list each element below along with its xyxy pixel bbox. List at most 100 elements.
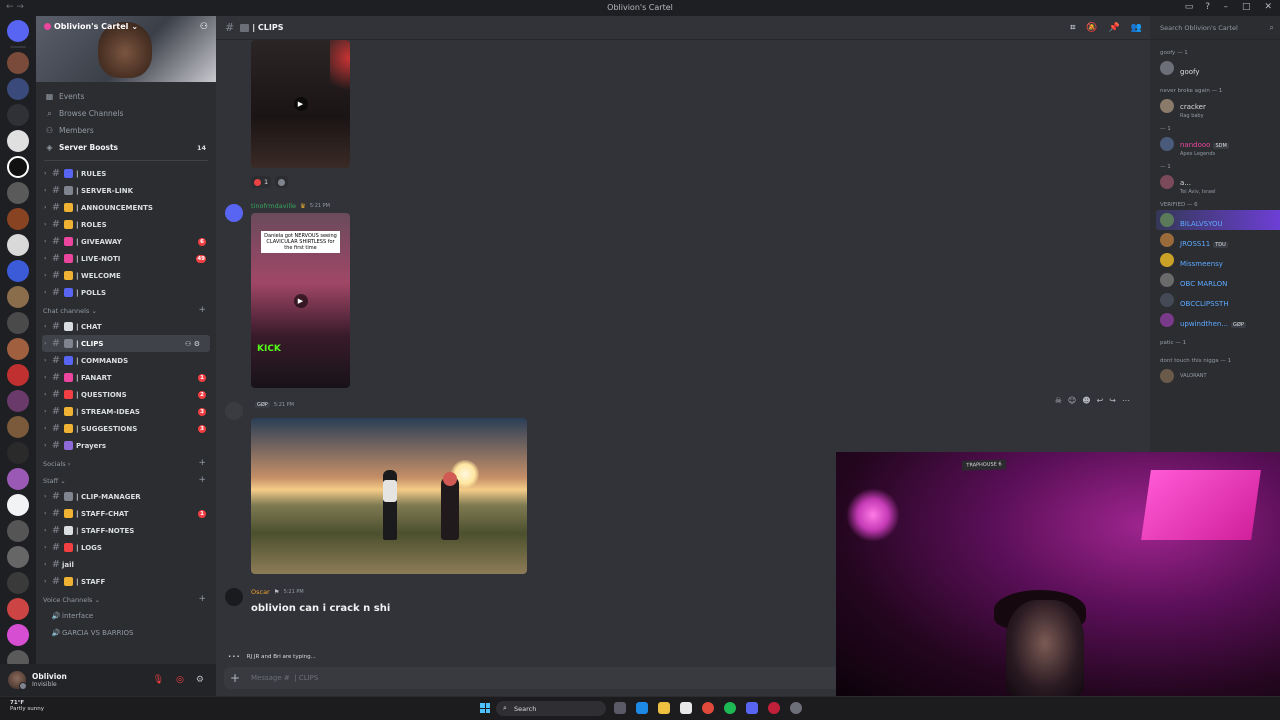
server-icon[interactable] xyxy=(7,130,29,152)
server-icon[interactable] xyxy=(7,286,29,308)
settings-gear-icon[interactable]: ⚙ xyxy=(196,675,204,685)
server-icon[interactable] xyxy=(7,182,29,204)
threads-icon[interactable]: ⌗ xyxy=(1070,23,1075,33)
top-item-members[interactable]: ⚇ Members xyxy=(36,122,216,139)
pinned-icon[interactable]: 📌 xyxy=(1109,23,1120,33)
server-icon[interactable] xyxy=(7,104,29,126)
member-item[interactable]: Missmeensy xyxy=(1150,250,1280,270)
server-name[interactable]: Oblivion's Cartel ⌄ xyxy=(44,22,138,31)
member-item[interactable]: a... Tel Aviv, Israel xyxy=(1150,172,1280,195)
server-icon[interactable] xyxy=(7,312,29,334)
channel-item[interactable]: › # | STREAM-IDEAS 3 xyxy=(36,403,216,420)
play-icon[interactable]: ▶ xyxy=(293,293,308,308)
top-item-browse-channels[interactable]: ⌕ Browse Channels xyxy=(36,105,216,122)
voice-channel[interactable]: 🔊 interface xyxy=(36,607,216,624)
maximize-button[interactable]: □ xyxy=(1242,2,1251,12)
invite-people-icon[interactable]: ⚇ xyxy=(200,22,208,32)
server-icon[interactable] xyxy=(7,338,29,360)
add-channel-icon[interactable]: + xyxy=(198,475,206,485)
server-icon[interactable] xyxy=(7,234,29,256)
taskbar-search[interactable]: ⌕ Search xyxy=(496,701,606,716)
opera-icon[interactable] xyxy=(768,702,780,714)
store-icon[interactable] xyxy=(680,702,692,714)
username[interactable]: Oblivion xyxy=(32,672,67,681)
channel-item[interactable]: › # | CHAT xyxy=(36,318,216,335)
task-view-icon[interactable] xyxy=(614,702,626,714)
file-explorer-icon[interactable] xyxy=(658,702,670,714)
channel-item[interactable]: › # | ANNOUNCEMENTS xyxy=(36,199,216,216)
channel-item[interactable]: › # | COMMANDS xyxy=(36,352,216,369)
channel-item[interactable]: › # | CLIPS ⚇ ⚙ xyxy=(42,335,210,352)
add-channel-icon[interactable]: + xyxy=(198,305,206,315)
help-icon[interactable]: ? xyxy=(1205,2,1210,12)
server-icon[interactable] xyxy=(7,468,29,490)
reaction-emoji-icon[interactable]: ☺ xyxy=(1068,396,1076,405)
server-banner[interactable]: Oblivion's Cartel ⌄ ⚇ xyxy=(36,16,216,82)
channel-item[interactable]: › # | POLLS xyxy=(36,284,216,301)
chrome-icon[interactable] xyxy=(702,702,714,714)
discord-icon[interactable] xyxy=(746,702,758,714)
server-icon[interactable] xyxy=(7,520,29,542)
member-item[interactable]: cracker Rag baby xyxy=(1150,96,1280,119)
server-icon[interactable] xyxy=(7,494,29,516)
channel-item[interactable]: › # | LIVE-NOTI 49 xyxy=(36,250,216,267)
notifications-icon[interactable]: 🔕 xyxy=(1086,23,1097,33)
search-input[interactable]: Search Oblivion's Cartel xyxy=(1160,24,1238,32)
message-author[interactable]: tinofrmdaville xyxy=(251,202,296,210)
add-reaction-button[interactable] xyxy=(275,176,289,188)
member-list-icon[interactable]: 👥 xyxy=(1131,23,1142,33)
server-icon[interactable] xyxy=(7,416,29,438)
server-icon[interactable] xyxy=(7,442,29,464)
add-channel-icon[interactable]: + xyxy=(198,594,206,604)
channel-item[interactable]: › # | WELCOME xyxy=(36,267,216,284)
channel-item[interactable]: › # | FANART 1 xyxy=(36,369,216,386)
member-item[interactable]: nandooo SDM Apex Legends xyxy=(1150,134,1280,157)
member-item[interactable]: BILALVSYOU xyxy=(1156,210,1280,230)
channel-item[interactable]: › # | STAFF xyxy=(36,573,216,590)
server-icon[interactable] xyxy=(7,546,29,568)
channel-item[interactable]: › # Prayers xyxy=(36,437,216,454)
reaction-button[interactable]: 1 xyxy=(251,176,272,188)
channel-item[interactable]: › # | CLIP-MANAGER xyxy=(36,488,216,505)
avatar[interactable] xyxy=(225,204,243,222)
channel-item[interactable]: › # | RULES xyxy=(36,165,216,182)
member-item[interactable]: OBCCLIPSSTH xyxy=(1150,290,1280,310)
server-boosts[interactable]: ◈ Server Boosts 14 xyxy=(36,139,216,156)
server-icon[interactable] xyxy=(7,364,29,386)
server-icon[interactable] xyxy=(7,572,29,594)
category-voice[interactable]: Voice Channels ⌄ + xyxy=(36,590,216,607)
server-icon[interactable] xyxy=(7,208,29,230)
channel-item[interactable]: › # | ROLES xyxy=(36,216,216,233)
server-icon[interactable] xyxy=(7,390,29,412)
top-item-events[interactable]: ▦ Events xyxy=(36,88,216,105)
server-icon[interactable] xyxy=(7,52,29,74)
photo-attachment[interactable] xyxy=(251,418,527,574)
more-options-icon[interactable]: ⋯ xyxy=(1122,396,1130,405)
mute-mic-button[interactable]: 🎙 xyxy=(153,675,164,685)
add-reaction-icon[interactable]: ☻ xyxy=(1082,396,1090,405)
avatar[interactable] xyxy=(225,402,243,420)
voice-channel[interactable]: 🔊 GARCIA VS BARRIOS xyxy=(36,624,216,641)
avatar[interactable] xyxy=(225,588,243,606)
server-icon[interactable] xyxy=(7,260,29,282)
weather-widget[interactable]: 71°F Partly sunny xyxy=(10,700,44,712)
channel-item[interactable]: › # | SERVER-LINK xyxy=(36,182,216,199)
reaction-emoji-icon[interactable]: ☠ xyxy=(1055,396,1062,405)
spotify-icon[interactable] xyxy=(724,702,736,714)
close-button[interactable]: ✕ xyxy=(1264,2,1272,12)
add-channel-icon[interactable]: + xyxy=(198,458,206,468)
channel-item[interactable]: › # | QUESTIONS 2 xyxy=(36,386,216,403)
home-button[interactable] xyxy=(7,20,29,42)
start-button[interactable] xyxy=(480,703,490,713)
channel-item[interactable]: › # | STAFF-NOTES xyxy=(36,522,216,539)
category-staff[interactable]: Staff ⌄ + xyxy=(36,471,216,488)
deafen-button[interactable]: ◎ xyxy=(176,675,184,685)
inbox-icon[interactable]: ▭ xyxy=(1185,2,1194,12)
server-icon[interactable] xyxy=(7,78,29,100)
member-item[interactable]: upwindthen... GØP xyxy=(1150,310,1280,330)
search-box[interactable]: Search Oblivion's Cartel ⌕ xyxy=(1150,16,1280,40)
video-thumbnail[interactable]: ▶ xyxy=(251,40,350,168)
server-icon-active[interactable] xyxy=(7,156,29,178)
member-item[interactable]: VALORANT xyxy=(1150,366,1280,386)
obs-icon[interactable] xyxy=(790,702,802,714)
